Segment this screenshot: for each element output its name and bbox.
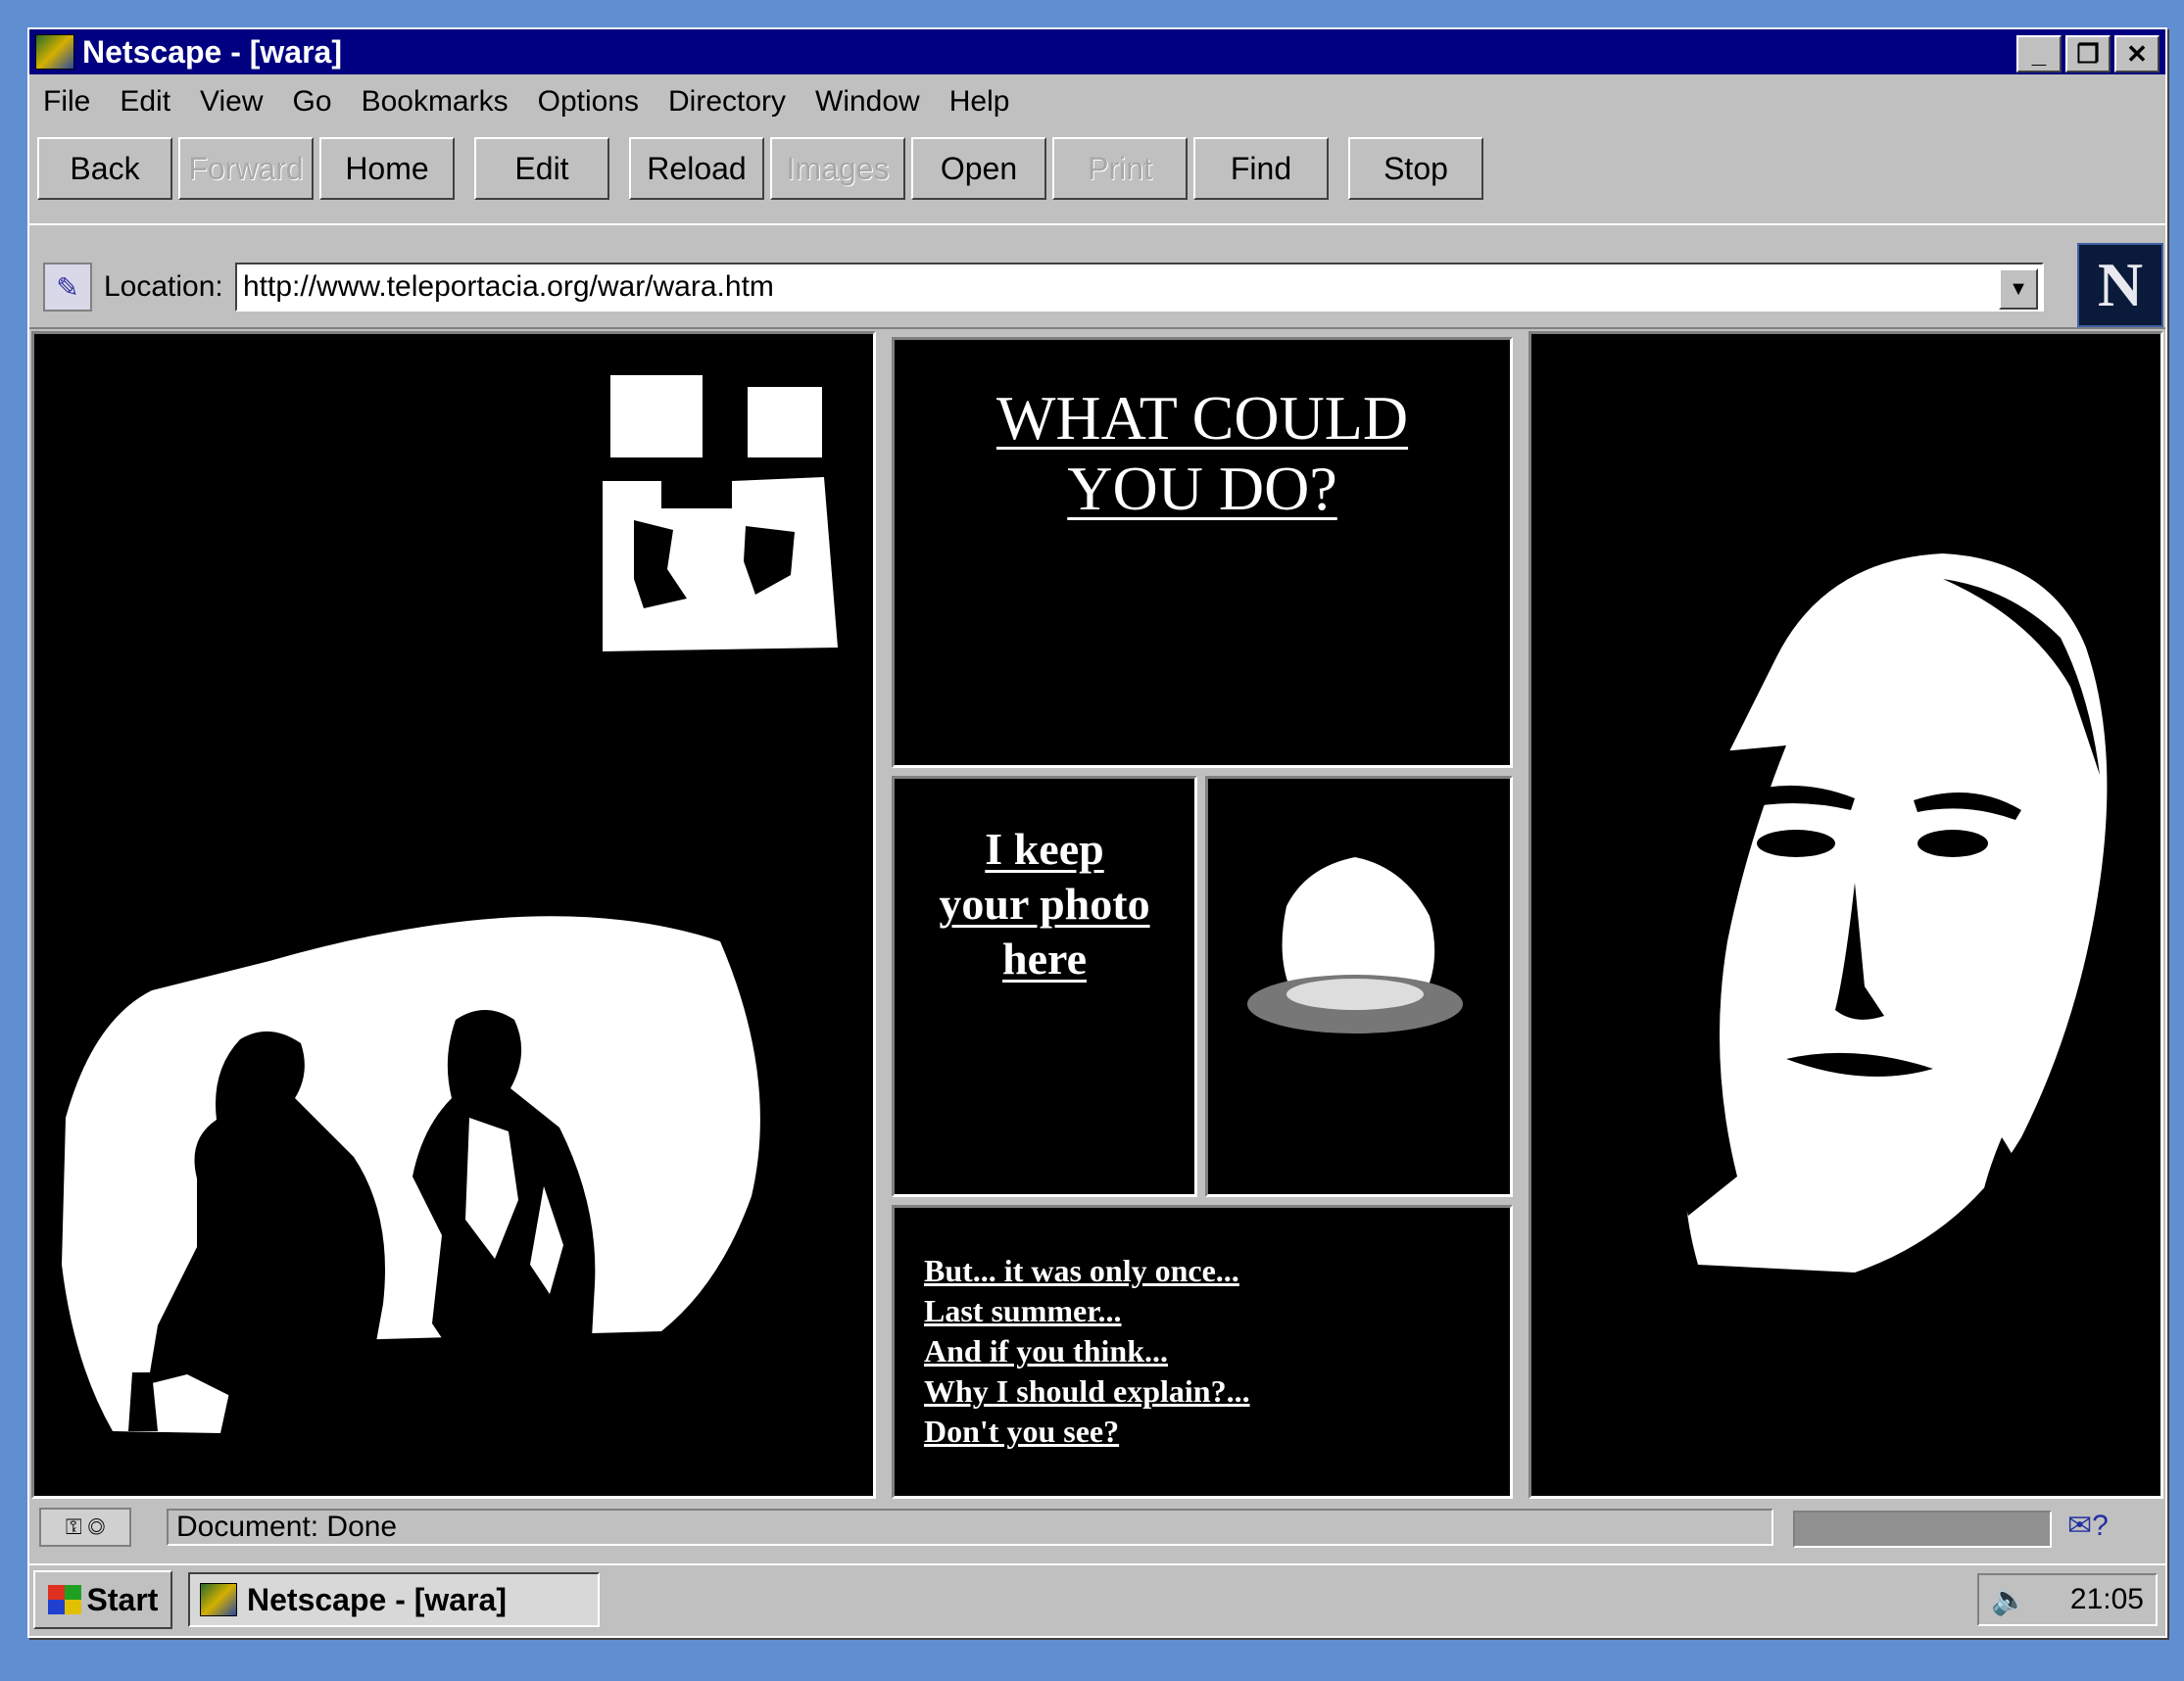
windows-taskbar: Start Netscape - [wara] 🔈 21:05 [29,1563,2165,1634]
progress-bar [1793,1511,2052,1548]
bookmark-icon[interactable]: ✎ [43,263,92,312]
menu-bar: File Edit View Go Bookmarks Options Dire… [29,78,2165,125]
heading-line-2: YOU DO? [1067,454,1337,523]
page-frameset: WHAT COULD YOU DO? I keep your photo her… [29,327,2165,1501]
right-portrait-frame [1529,331,2163,1499]
taskbar-item-label: Netscape - [wara] [247,1581,507,1617]
start-button[interactable]: Start [33,1570,172,1629]
window-controls: _ ❐ ✕ [2016,35,2160,72]
security-key-icon[interactable]: ⚿ ◎ [39,1508,131,1547]
heading-frame: WHAT COULD YOU DO? [892,337,1513,768]
two-men-sitting-photo [62,375,838,1433]
navigation-toolbar: Back Forward Home Edit Reload Images Ope… [37,137,1483,204]
link-last-summer[interactable]: Last summer... [924,1291,1250,1331]
window-title: Netscape - [wara] [82,33,342,70]
location-input[interactable]: http://www.teleportacia.org/war/wara.htm… [235,263,2044,312]
home-button[interactable]: Home [319,137,455,200]
photo-link-line-1: I keep [985,824,1104,874]
glowing-light-image [1247,857,1463,1033]
find-button[interactable]: Find [1193,137,1329,200]
light-photo-frame [1205,776,1513,1197]
speaker-icon[interactable]: 🔈 [1991,1583,2027,1617]
images-button[interactable]: Images [770,137,905,200]
forward-button[interactable]: Forward [178,137,314,200]
story-links: But... it was only once... Last summer..… [924,1251,1250,1452]
print-button[interactable]: Print [1052,137,1188,200]
photo-link-line-2: your photo [939,879,1150,929]
location-dropdown-button[interactable]: ▼ [1999,268,2038,310]
link-dont-you-see[interactable]: Don't you see? [924,1412,1250,1452]
start-label: Start [86,1581,159,1617]
taskbar-item-netscape[interactable]: Netscape - [wara] [188,1572,600,1627]
close-button[interactable]: ✕ [2114,35,2160,72]
back-button[interactable]: Back [37,137,172,200]
menu-view[interactable]: View [200,85,263,119]
link-why-explain[interactable]: Why I should explain?... [924,1371,1250,1412]
link-if-you-think[interactable]: And if you think... [924,1331,1250,1371]
link-only-once[interactable]: But... it was only once... [924,1251,1250,1291]
menu-options[interactable]: Options [538,85,639,119]
status-text: Document: Done [167,1509,1773,1546]
location-bar: ✎ Location: http://www.teleportacia.org/… [29,223,2165,327]
menu-window[interactable]: Window [815,85,920,119]
heading-line-1: WHAT COULD [995,383,1409,453]
status-bar: ⚿ ◎ Document: Done ✉? [29,1503,2165,1552]
menu-edit[interactable]: Edit [120,85,170,119]
story-links-frame: But... it was only once... Last summer..… [892,1205,1513,1499]
edit-button[interactable]: Edit [474,137,609,200]
menu-bookmarks[interactable]: Bookmarks [362,85,509,119]
clock[interactable]: 21:05 [2070,1583,2144,1616]
restore-button[interactable]: ❐ [2065,35,2111,72]
mail-icon[interactable]: ✉? [2067,1509,2109,1543]
system-tray: 🔈 21:05 [1977,1573,2158,1626]
netscape-window: Netscape - [wara] _ ❐ ✕ File Edit View G… [27,27,2167,1638]
keep-photo-link[interactable]: I keep your photo here [895,822,1194,986]
minimize-button[interactable]: _ [2016,35,2062,72]
open-button[interactable]: Open [911,137,1046,200]
photo-link-frame: I keep your photo here [892,776,1197,1197]
page-heading: WHAT COULD YOU DO? [895,383,1510,524]
location-url: http://www.teleportacia.org/war/wara.htm [243,270,774,303]
title-bar[interactable]: Netscape - [wara] _ ❐ ✕ [29,29,2165,74]
stop-button[interactable]: Stop [1348,137,1483,200]
windows-logo-icon [47,1585,81,1614]
netscape-app-icon [35,34,74,70]
menu-help[interactable]: Help [949,85,1010,119]
netscape-logo[interactable]: N [2077,243,2163,327]
menu-file[interactable]: File [43,85,90,119]
woman-portrait-photo [1657,553,2108,1274]
menu-directory[interactable]: Directory [668,85,786,119]
menu-go[interactable]: Go [293,85,332,119]
reload-button[interactable]: Reload [629,137,764,200]
photo-link-line-3: here [1001,934,1087,984]
location-label: Location: [104,270,223,303]
netscape-task-icon [200,1583,237,1616]
left-photo-frame [31,331,876,1499]
